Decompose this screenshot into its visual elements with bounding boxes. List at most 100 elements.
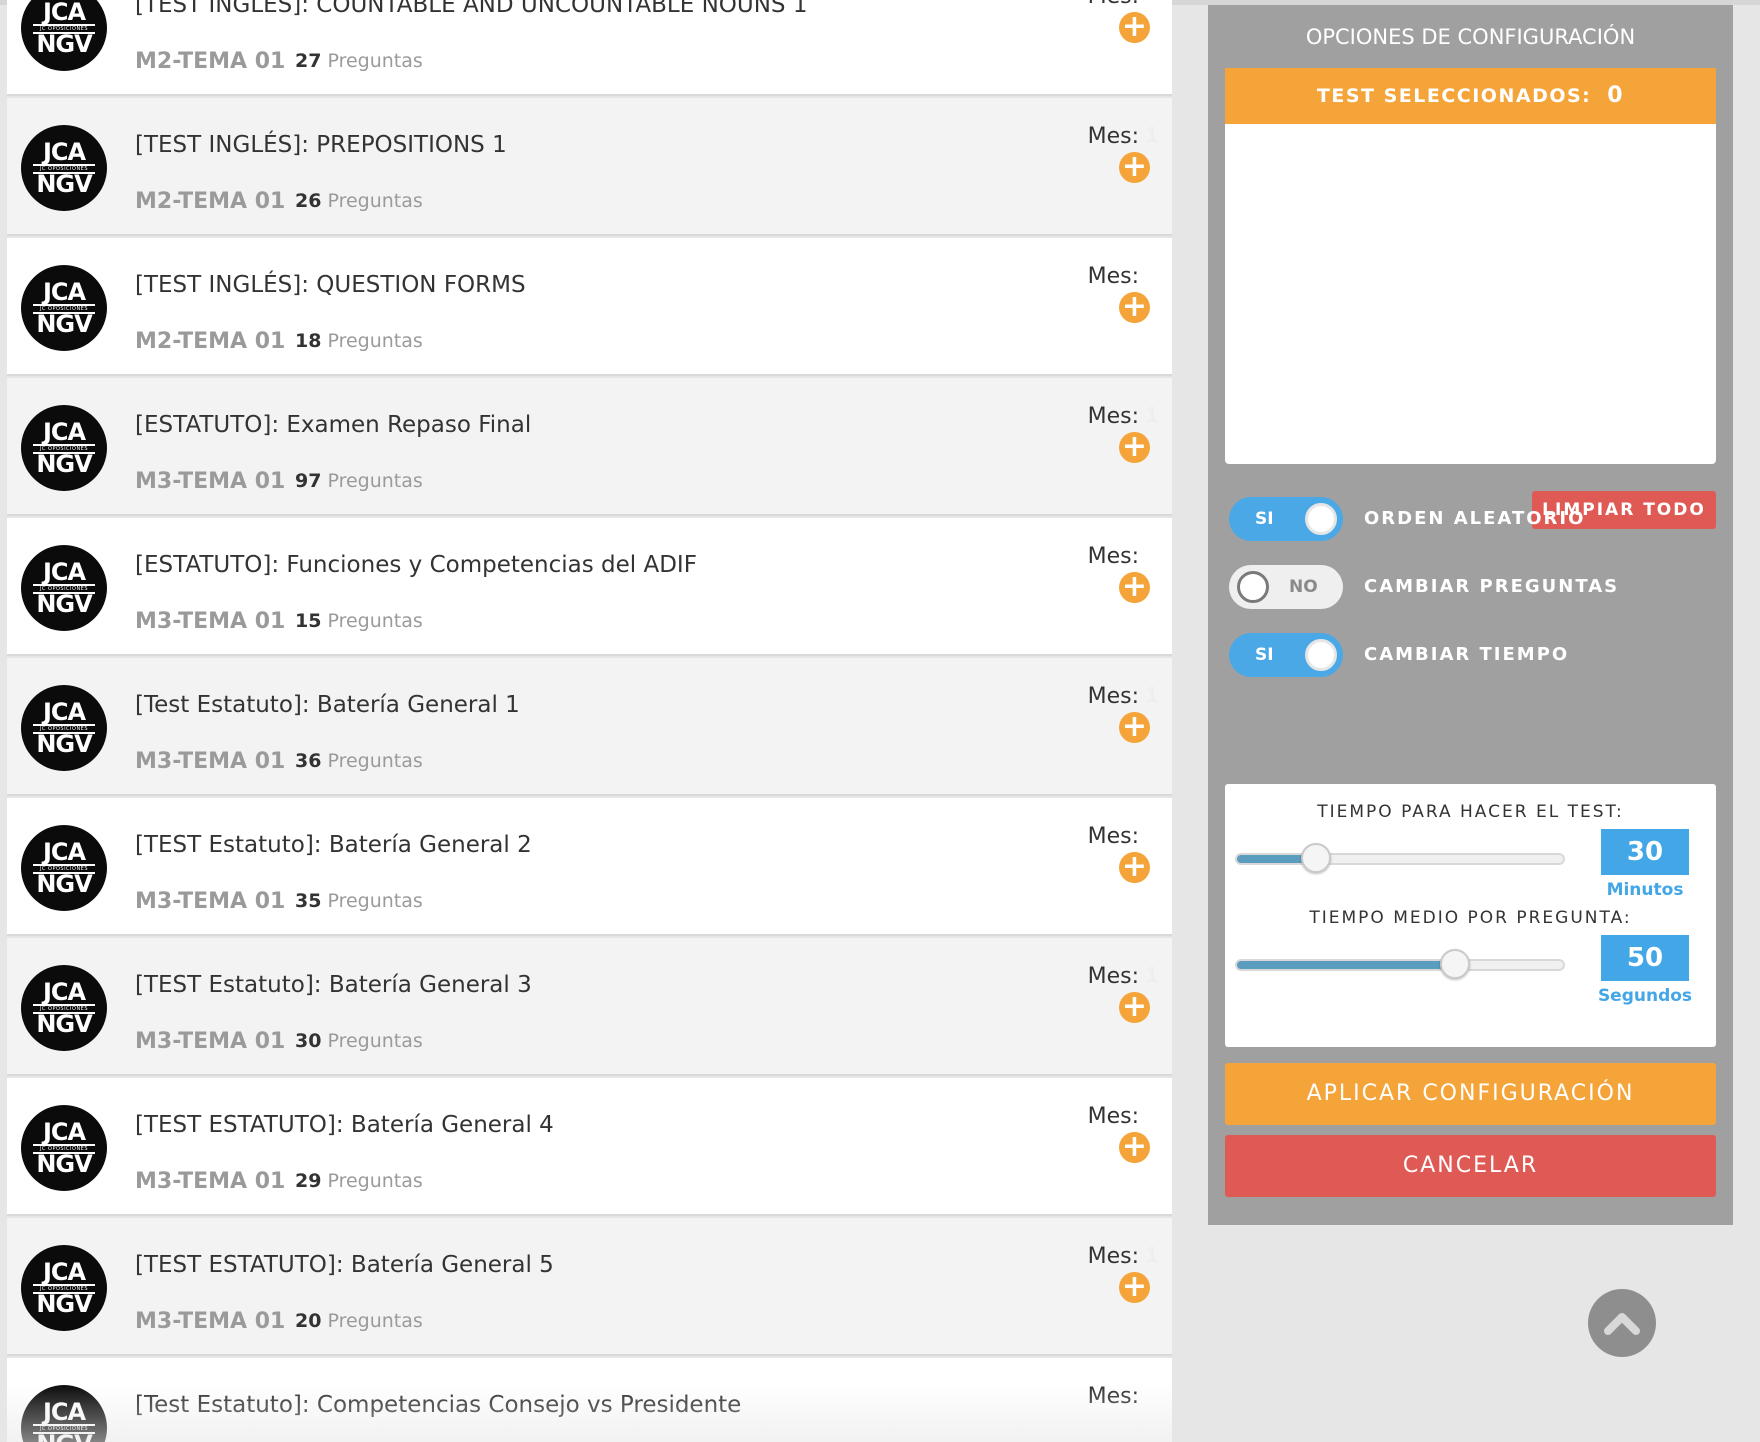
month-label: Mes: <box>1087 964 1139 989</box>
test-title[interactable]: [TEST INGLÉS]: QUESTION FORMS <box>135 272 526 298</box>
test-topic: M3-TEMA 01 <box>135 469 286 494</box>
test-topic: M2-TEMA 01 <box>135 49 286 74</box>
add-test-button[interactable]: + <box>1119 12 1150 43</box>
logo-top-text: JCA <box>42 418 86 446</box>
question-time-value[interactable]: 50 <box>1601 935 1689 981</box>
config-panel: OPCIONES DE CONFIGURACIÓN TEST SELECCION… <box>1208 5 1733 1225</box>
test-topic: M3-TEMA 01 <box>135 609 286 634</box>
question-count-label: Preguntas <box>327 1030 423 1052</box>
toggle-state-text: SI <box>1255 645 1274 665</box>
add-test-button[interactable]: + <box>1119 292 1150 323</box>
logo-top-text: JCA <box>42 0 86 26</box>
question-count-label: Preguntas <box>327 890 423 912</box>
logo-top-text: JCA <box>42 558 86 586</box>
month-value: 1 <box>1145 682 1158 707</box>
month-label: Mes: <box>1087 264 1139 289</box>
add-test-button[interactable]: + <box>1119 432 1150 463</box>
question-count-label: Preguntas <box>327 1170 423 1192</box>
question-count: 35 Preguntas <box>295 890 423 912</box>
add-test-button[interactable]: + <box>1119 1272 1150 1303</box>
slider-fill <box>1237 961 1455 969</box>
question-count: 26 Preguntas <box>295 190 423 212</box>
logo-bottom-text: NGV <box>35 1432 93 1442</box>
logo-top-text: JCA <box>42 138 86 166</box>
question-count-number: 30 <box>295 1030 322 1052</box>
month-label: Mes: <box>1087 824 1139 849</box>
question-count-number: 18 <box>295 330 322 352</box>
toggle-knob <box>1305 639 1337 671</box>
question-count-number: 26 <box>295 190 322 212</box>
test-time-slider[interactable] <box>1235 843 1565 873</box>
scroll-top-button[interactable] <box>1588 1289 1656 1357</box>
test-card[interactable]: JCA JC OPOSICIONES NGV [TEST Estatuto]: Bat… <box>7 938 1172 1076</box>
change-time-toggle[interactable]: SI <box>1229 633 1343 677</box>
test-time-value[interactable]: 30 <box>1601 829 1689 875</box>
test-topic: M3-TEMA 01 <box>135 1169 286 1194</box>
month-label: Mes: <box>1087 684 1139 709</box>
plus-circle-icon: + <box>1121 9 1148 44</box>
test-title[interactable]: [Test Estatuto]: Batería General 1 <box>135 692 520 718</box>
test-title[interactable]: [TEST ESTATUTO]: Batería General 5 <box>135 1252 554 1278</box>
test-title[interactable]: [ESTATUTO]: Examen Repaso Final <box>135 412 531 438</box>
test-card[interactable]: JCA JC OPOSICIONES NGV [TEST Estatuto]: Bat… <box>7 798 1172 936</box>
toggle-knob <box>1305 503 1337 535</box>
jc-oposiciones-logo: JCAJC OPOSICIONESNGV <box>21 0 107 71</box>
test-card[interactable]: JCAJC OPOSICIONESNGV [Test Estatuto]: Com… <box>7 1358 1172 1442</box>
add-test-button[interactable]: + <box>1119 152 1150 183</box>
add-test-button[interactable]: + <box>1119 852 1150 883</box>
question-count-number: 27 <box>295 50 322 72</box>
test-title[interactable]: [TEST INGLES]: COUNTABLE AND UNCOUNTABLE… <box>135 0 807 18</box>
question-count-label: Preguntas <box>327 50 423 72</box>
plus-circle-icon: + <box>1121 849 1148 884</box>
change-questions-toggle[interactable]: NO <box>1229 565 1343 609</box>
add-test-button[interactable]: + <box>1119 992 1150 1023</box>
question-count: 18 Preguntas <box>295 330 423 352</box>
test-title[interactable]: [TEST Estatuto]: Batería General 3 <box>135 972 532 998</box>
question-count-number: 36 <box>295 750 322 772</box>
test-card[interactable]: JCA JC OPOSICIONES NGV [TEST INGLES]: COUNT… <box>7 0 1172 96</box>
test-card[interactable]: JCA JC OPOSICIONES NGV [TEST INGLÉS]: QUEST… <box>7 238 1172 376</box>
test-title[interactable]: [TEST INGLÉS]: PREPOSITIONS 1 <box>135 132 507 158</box>
add-test-button[interactable]: + <box>1119 712 1150 743</box>
test-card[interactable]: JCA JC OPOSICIONES NGV [Test Estatuto]: Bat… <box>7 658 1172 796</box>
chevron-up-icon <box>1604 1313 1640 1335</box>
question-count: 27 Preguntas <box>295 50 423 72</box>
question-time-slider[interactable] <box>1235 949 1565 979</box>
cancel-button[interactable]: CANCELAR <box>1225 1135 1716 1197</box>
test-topic: M3-TEMA 01 <box>135 1029 286 1054</box>
logo-bottom-text: NGV <box>36 730 92 758</box>
jc-oposiciones-logo: JCAJC OPOSICIONESNGV <box>21 265 107 351</box>
jc-oposiciones-logo: JCAJC OPOSICIONESNGV <box>21 965 107 1051</box>
random-order-toggle[interactable]: SI <box>1229 497 1343 541</box>
test-card[interactable]: JCA JC OPOSICIONES NGV [TEST ESTATUTO]: Bat… <box>7 1218 1172 1356</box>
plus-circle-icon: + <box>1121 1269 1148 1304</box>
test-title[interactable]: [Test Estatuto]: Competencias Consejo vs… <box>135 1392 741 1418</box>
slider-thumb[interactable] <box>1301 843 1331 873</box>
apply-config-button[interactable]: APLICAR CONFIGURACIÓN <box>1225 1063 1716 1125</box>
test-title[interactable]: [ESTATUTO]: Funciones y Competencias del… <box>135 552 697 578</box>
change-questions-label: CAMBIAR PREGUNTAS <box>1364 576 1620 597</box>
logo-bottom-text: NGV <box>36 1150 92 1178</box>
test-title[interactable]: [TEST Estatuto]: Batería General 2 <box>135 832 532 858</box>
logo-top-text: JCA <box>42 278 86 306</box>
logo-top-text: JCA <box>42 1118 86 1146</box>
test-topic: M3-TEMA 01 <box>135 889 286 914</box>
add-test-button[interactable]: + <box>1119 572 1150 603</box>
test-time-label: TIEMPO PARA HACER EL TEST: <box>1317 802 1624 822</box>
test-card[interactable]: JCA JC OPOSICIONES NGV [TEST ESTATUTO]: Bat… <box>7 1078 1172 1216</box>
test-title[interactable]: [TEST ESTATUTO]: Batería General 4 <box>135 1112 554 1138</box>
test-card[interactable]: JCA JC OPOSICIONES NGV [TEST INGLÉS]: PREPO… <box>7 98 1172 236</box>
test-topic: M2-TEMA 01 <box>135 329 286 354</box>
test-time-unit: Minutos <box>1606 880 1684 900</box>
month-value: 1 <box>1145 962 1158 987</box>
toggle-state-text: NO <box>1289 577 1318 597</box>
jc-oposiciones-logo: JCAJC OPOSICIONESNGV <box>21 685 107 771</box>
test-card[interactable]: JCA JC OPOSICIONES NGV [ESTATUTO]: Examen R… <box>7 378 1172 516</box>
selected-tests-box <box>1225 124 1716 464</box>
add-test-button[interactable]: + <box>1119 1132 1150 1163</box>
test-card[interactable]: JCA JC OPOSICIONES NGV [ESTATUTO]: Funcione… <box>7 518 1172 656</box>
question-count-label: Preguntas <box>327 190 423 212</box>
month-value: 1 <box>1145 122 1158 147</box>
slider-thumb[interactable] <box>1440 949 1470 979</box>
plus-circle-icon: + <box>1121 429 1148 464</box>
